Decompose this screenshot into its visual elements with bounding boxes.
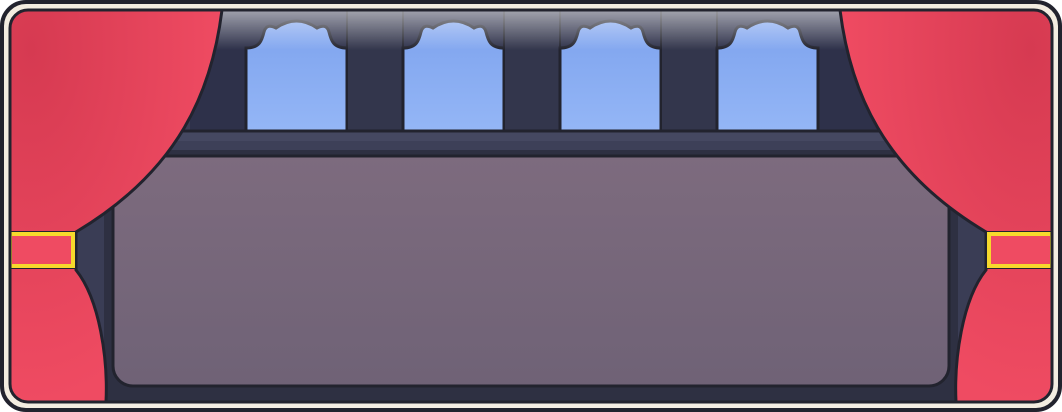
curtain-tieback-right — [986, 231, 1052, 269]
curtain-tieback-left — [10, 231, 76, 269]
stage-illustration — [0, 0, 1062, 412]
stage-panel — [111, 154, 951, 388]
theater-stage-scene — [0, 0, 1062, 412]
